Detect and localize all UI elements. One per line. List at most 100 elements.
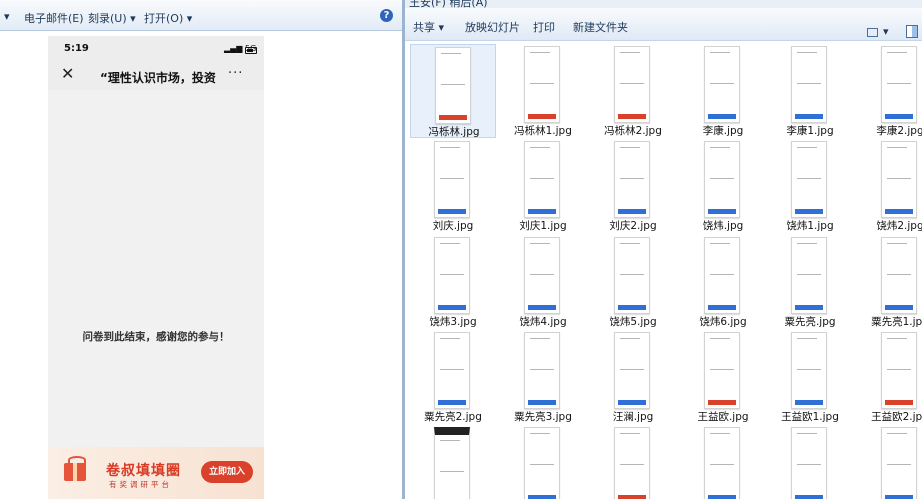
email-button[interactable]: 电子邮件(E): [24, 10, 84, 26]
close-icon: ✕: [61, 64, 75, 83]
file-name: 王益欧2.jpg: [871, 411, 922, 423]
ad-subtitle: 有奖调研平台: [109, 480, 172, 489]
file-item[interactable]: 冯栎林1.jpg: [500, 44, 586, 138]
file-thumbnail: [704, 141, 740, 218]
address-bar-partial: 王安(F) 稍后(A): [405, 0, 922, 8]
view-dropdown-arrow[interactable]: ▾: [883, 25, 889, 38]
file-thumbnail: [881, 427, 917, 499]
slideshow-button[interactable]: 放映幻灯片: [465, 19, 520, 35]
change-view-icon[interactable]: [867, 28, 878, 37]
file-name: 李康2.jpg: [876, 125, 922, 137]
file-name: 饶炜3.jpg: [429, 316, 477, 328]
file-item[interactable]: 王益欧1.jpg: [767, 330, 853, 424]
file-thumbnail: [791, 46, 827, 123]
file-thumbnail: [704, 237, 740, 314]
help-icon[interactable]: ?: [380, 9, 393, 22]
file-thumbnail: [434, 427, 470, 499]
battery-icon: [245, 47, 257, 54]
file-thumbnail: [614, 141, 650, 218]
file-name: 粟先亮1.jpg: [871, 316, 922, 328]
file-name: 汪澜.jpg: [612, 411, 654, 423]
file-item[interactable]: 粟先亮.jpg: [767, 235, 853, 329]
toolbar-overflow-arrow[interactable]: ▾: [4, 10, 10, 23]
file-item[interactable]: 冯栎林2.jpg: [590, 44, 676, 138]
ad-title: 卷叔填填圈: [106, 463, 181, 479]
file-item[interactable]: [680, 425, 766, 499]
file-item[interactable]: 粟先亮3.jpg: [500, 330, 586, 424]
right-pane: 王安(F) 稍后(A) 共享 ▾ 放映幻灯片 打印 新建文件夹 ▾ 冯栎林.jp…: [405, 0, 922, 499]
file-name: 冯栎林2.jpg: [604, 125, 662, 137]
file-item[interactable]: 冯栎林.jpg: [410, 44, 496, 138]
file-item[interactable]: 李康1.jpg: [767, 44, 853, 138]
file-thumbnail: [791, 427, 827, 499]
file-name: 冯栎林.jpg: [428, 126, 480, 138]
file-item[interactable]: 饶炜5.jpg: [590, 235, 676, 329]
new-folder-button[interactable]: 新建文件夹: [573, 19, 628, 35]
file-name: 饶炜2.jpg: [876, 220, 922, 232]
file-name: 刘庆1.jpg: [519, 220, 567, 232]
file-thumbnail: [881, 141, 917, 218]
burn-button[interactable]: 刻录(U) ▾: [88, 10, 136, 26]
file-name: 刘庆2.jpg: [609, 220, 657, 232]
file-name: 饶炜4.jpg: [519, 316, 567, 328]
file-item[interactable]: 粟先亮2.jpg: [410, 330, 496, 424]
address-text: 王安(F) 稍后(A): [409, 0, 488, 8]
file-item[interactable]: 刘庆1.jpg: [500, 139, 586, 233]
file-item[interactable]: [410, 425, 496, 499]
file-thumbnail: [881, 237, 917, 314]
file-thumbnail: [614, 427, 650, 499]
file-name: 粟先亮3.jpg: [514, 411, 572, 423]
file-name: 冯栎林1.jpg: [514, 125, 572, 137]
file-name: 饶炜5.jpg: [609, 316, 657, 328]
file-item[interactable]: 饶炜3.jpg: [410, 235, 496, 329]
preview-pane-icon[interactable]: [906, 25, 918, 38]
file-item[interactable]: 饶炜1.jpg: [767, 139, 853, 233]
file-item[interactable]: 李康2.jpg: [857, 44, 922, 138]
file-thumbnail: [881, 46, 917, 123]
print-button[interactable]: 打印: [533, 19, 555, 35]
explorer-toolbar: 共享 ▾ 放映幻灯片 打印 新建文件夹 ▾: [405, 8, 922, 41]
file-item[interactable]: 王益欧.jpg: [680, 330, 766, 424]
file-name: 粟先亮.jpg: [784, 316, 836, 328]
file-item[interactable]: 饶炜4.jpg: [500, 235, 586, 329]
share-button[interactable]: 共享 ▾: [413, 19, 444, 35]
survey-complete-message: 问卷到此结束，感谢您的参与！: [82, 331, 230, 343]
file-item[interactable]: [500, 425, 586, 499]
file-thumbnail: [434, 332, 470, 409]
file-item[interactable]: 王益欧2.jpg: [857, 330, 922, 424]
file-name: 饶炜.jpg: [702, 220, 744, 232]
join-now-button: 立即加入: [201, 461, 253, 483]
file-thumbnail: [614, 46, 650, 123]
file-item[interactable]: [857, 425, 922, 499]
file-thumbnail: [704, 427, 740, 499]
open-button[interactable]: 打开(O) ▾: [144, 10, 192, 26]
file-name: 饶炜6.jpg: [699, 316, 747, 328]
phone-screenshot-preview: 5:19 ▂▄▆ 5G ✕ “理性认识市场，投资 ··· 问卷到此结束，感谢您的…: [48, 36, 264, 499]
file-item[interactable]: [590, 425, 676, 499]
file-item[interactable]: 粟先亮1.jpg: [857, 235, 922, 329]
file-thumbnail: [704, 332, 740, 409]
file-item[interactable]: 李康.jpg: [680, 44, 766, 138]
file-name: 王益欧.jpg: [697, 411, 749, 423]
file-name: 刘庆.jpg: [432, 220, 474, 232]
file-thumbnail: [434, 237, 470, 314]
file-item[interactable]: 刘庆.jpg: [410, 139, 496, 233]
file-item[interactable]: [767, 425, 853, 499]
file-item[interactable]: 饶炜.jpg: [680, 139, 766, 233]
file-item[interactable]: 汪澜.jpg: [590, 330, 676, 424]
file-thumbnail: [614, 332, 650, 409]
status-time: 5:19: [64, 43, 89, 54]
file-name: 李康.jpg: [702, 125, 744, 137]
file-thumbnail: [704, 46, 740, 123]
more-icon: ···: [228, 66, 244, 81]
file-item[interactable]: 饶炜2.jpg: [857, 139, 922, 233]
file-thumbnail: [614, 237, 650, 314]
phone-content: 问卷到此结束，感谢您的参与！: [48, 90, 264, 447]
file-item[interactable]: 刘庆2.jpg: [590, 139, 676, 233]
file-name: 粟先亮2.jpg: [424, 411, 482, 423]
file-name: 饶炜1.jpg: [786, 220, 834, 232]
file-thumbnail: [435, 47, 471, 124]
file-thumbnail: [524, 427, 560, 499]
file-item[interactable]: 饶炜6.jpg: [680, 235, 766, 329]
file-grid: 冯栎林.jpg 冯栎林1.jpg 冯栎林2.jpg 李康.jpg 李康1.jpg 李康2.…: [405, 41, 922, 499]
